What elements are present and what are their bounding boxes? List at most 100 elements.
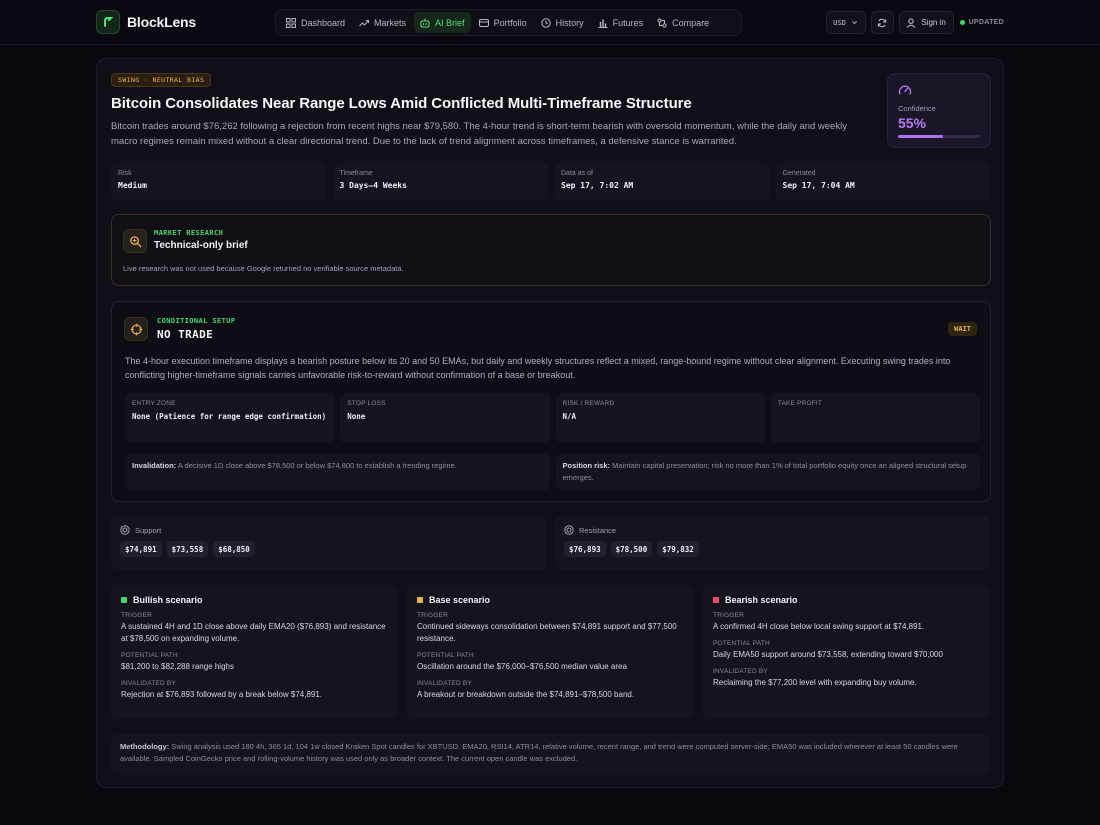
brief-headline: Bitcoin Consolidates Near Range Lows Ami… <box>111 95 692 112</box>
resistance-chip: $76,893 <box>564 541 606 557</box>
param-value: None (Patience for range edge confirmati… <box>132 412 327 421</box>
setup-risk-notes: Invalidation: A decisive 1D close above … <box>125 453 980 490</box>
research-icon-box <box>123 229 147 253</box>
scenario-title: Bullish scenario <box>133 595 203 605</box>
logo[interactable]: BlockLens <box>96 10 196 34</box>
meta-value: 3 Days–4 Weeks <box>339 181 407 190</box>
setup-params: ENTRY ZONE None (Patience for range edge… <box>125 393 980 443</box>
user-icon <box>906 18 916 28</box>
scenario-key: INVALIDATED BY <box>713 668 768 675</box>
gauge-icon <box>898 85 912 95</box>
param-key: STOP LOSS <box>347 400 386 407</box>
scenario-invalidated: Rejection at $76,893 followed by a break… <box>121 690 323 699</box>
top-bar: BlockLens Dashboard Markets AI Brief Por… <box>0 0 1100 45</box>
position-risk-note: Position risk: Maintain capital preserva… <box>555 453 980 490</box>
scenario-header: Bullish scenario <box>121 595 389 605</box>
grid-icon <box>286 17 296 28</box>
nav-item-portfolio[interactable]: Portfolio <box>473 12 533 33</box>
scenario-key: TRIGGER <box>121 612 153 619</box>
toolbar: USD Sign in UPDATED <box>825 11 1004 34</box>
scenario-key: TRIGGER <box>713 612 745 619</box>
scenario-path: Oscillation around the $76,000–$76,500 m… <box>417 662 627 671</box>
bars-icon <box>598 19 608 28</box>
base-marker-icon <box>417 597 423 603</box>
scenario-title: Base scenario <box>429 595 491 605</box>
scenarios: Bullish scenario TRIGGER A sustained 4H … <box>111 585 991 718</box>
magnifier-icon <box>129 235 141 247</box>
scenario-trigger: Continued sideways consolidation between… <box>417 622 677 643</box>
sign-in-label: Sign in <box>921 18 946 27</box>
bullish-scenario: Bullish scenario TRIGGER A sustained 4H … <box>111 585 399 718</box>
confidence-label: Confidence <box>898 104 936 113</box>
nav-item-ai-brief[interactable]: AI Brief <box>414 12 471 33</box>
resistance-chip: $79,832 <box>657 541 699 557</box>
scenario-title: Bearish scenario <box>725 595 798 605</box>
clock-icon <box>540 17 551 28</box>
bias-badge: SWING · NEUTRAL BIAS <box>111 73 212 87</box>
scenario-key: TRIGGER <box>417 612 449 619</box>
bullish-marker-icon <box>121 597 127 603</box>
setup-icon-box <box>124 317 148 341</box>
support-label: Support <box>135 525 162 535</box>
nav-item-markets[interactable]: Markets <box>353 12 412 33</box>
support-levels: Support $74,891 $73,558 $68,850 <box>111 516 547 570</box>
nav-label: History <box>555 17 584 28</box>
brief-panel: SWING · NEUTRAL BIAS Bitcoin Consolidate… <box>96 58 1004 788</box>
trend-icon <box>359 19 370 26</box>
wait-badge: WAIT <box>948 322 977 336</box>
nav-label: Portfolio <box>493 17 527 28</box>
meta-value: Sep 17, 7:02 AM <box>561 181 634 190</box>
nav-label: Futures <box>612 17 644 28</box>
main-nav: Dashboard Markets AI Brief Portfolio His… <box>275 9 742 36</box>
status-label: UPDATED <box>968 19 1004 26</box>
nav-label: Dashboard <box>301 17 346 28</box>
key-levels: Support $74,891 $73,558 $68,850 Resistan… <box>111 516 991 570</box>
chevron-down-icon <box>852 21 857 25</box>
scenario-header: Base scenario <box>417 595 685 605</box>
param-entry-zone: ENTRY ZONE None (Patience for range edge… <box>125 393 335 443</box>
scenario-invalidated: A breakout or breakdown outside the $74,… <box>417 690 635 699</box>
sign-in-button[interactable]: Sign in <box>898 11 954 34</box>
meta-key: Data as of <box>561 170 593 177</box>
confidence-value: 55% <box>898 115 927 131</box>
meta-generated: Generated Sep 17, 7:04 AM <box>775 163 991 200</box>
meta-key: Generated <box>782 170 816 177</box>
nav-label: Compare <box>672 17 710 28</box>
methodology-text: Swing analysis used 180 4h, 365 1d, 104 … <box>120 742 958 763</box>
research-note: Live research was not used because Googl… <box>123 264 404 273</box>
support-chip: $74,891 <box>120 541 162 557</box>
invalidation-note: Invalidation: A decisive 1D close above … <box>125 453 550 490</box>
refresh-button[interactable] <box>870 11 894 34</box>
scenario-key: POTENTIAL PATH <box>713 640 770 647</box>
meta-risk: Risk Medium <box>111 163 327 200</box>
meta-value: Medium <box>118 181 147 190</box>
nav-label: AI Brief <box>435 17 465 28</box>
brief-summary: Bitcoin trades around $76,262 following … <box>111 121 847 147</box>
update-status: UPDATED <box>959 19 1004 26</box>
target-icon <box>564 525 574 535</box>
scenario-key: POTENTIAL PATH <box>121 652 178 659</box>
param-key: RISK / REWARD <box>562 400 615 407</box>
nav-item-history[interactable]: History <box>535 12 590 33</box>
meta-value: Sep 17, 7:04 AM <box>782 181 855 190</box>
market-research-card: MARKET RESEARCH Technical-only brief Liv… <box>111 214 991 286</box>
currency-select[interactable]: USD <box>825 11 866 34</box>
meta-data-as-of: Data as of Sep 17, 7:02 AM <box>554 163 770 200</box>
methodology-note: Methodology: Swing analysis used 180 4h,… <box>111 734 991 773</box>
param-stop-loss: STOP LOSS None <box>340 393 550 443</box>
resistance-chip: $78,500 <box>610 541 653 557</box>
nav-item-compare[interactable]: Compare <box>651 12 715 33</box>
param-key: TAKE PROFIT <box>777 400 823 407</box>
nav-item-futures[interactable]: Futures <box>592 12 650 33</box>
base-scenario: Base scenario TRIGGER Continued sideways… <box>407 585 695 718</box>
research-heading: MARKET RESEARCH Technical-only brief <box>154 229 248 251</box>
scenario-trigger: A confirmed 4H close below local swing s… <box>713 622 925 631</box>
swap-icon <box>657 17 667 28</box>
nav-item-dashboard[interactable]: Dashboard <box>280 12 351 33</box>
resistance-label: Resistance <box>579 525 617 535</box>
currency-value: USD <box>833 18 846 27</box>
scenario-path: Daily EMA50 support around $73,558, exte… <box>713 650 943 659</box>
nav-label: Markets <box>374 17 407 28</box>
bearish-scenario: Bearish scenario TRIGGER A confirmed 4H … <box>703 585 991 718</box>
resistance-chips: $76,893 $78,500 $79,832 <box>564 541 982 557</box>
